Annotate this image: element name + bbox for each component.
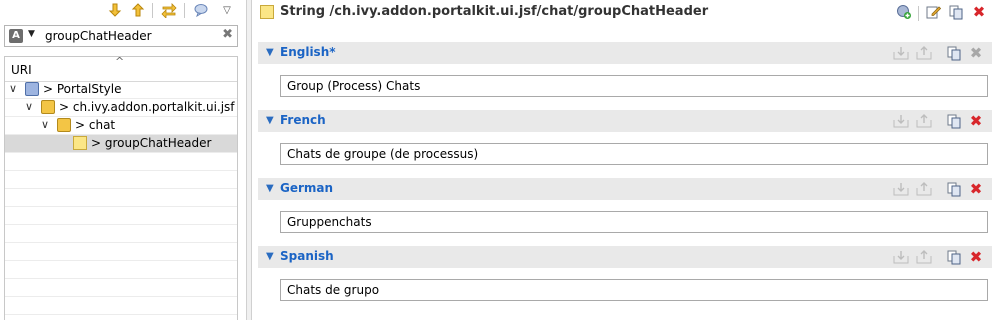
toolbar-separator [918,6,919,21]
language-name: Spanish [280,249,334,263]
translation-value: Chats de grupo [287,283,380,297]
copy-icon[interactable] [945,248,963,266]
translation-field-german[interactable]: Gruppenchats [280,211,988,233]
tree-item-groupchatheader[interactable]: > groupChatHeader [5,135,237,153]
import-icon [892,248,910,266]
import-icon [892,180,910,198]
tree-empty-row [5,189,237,207]
tree-item-ui-jsf[interactable]: ∨ > ch.ivy.addon.portalkit.ui.jsf [5,99,237,117]
translation-value: Group (Process) Chats [287,79,421,93]
tree-empty-row [5,207,237,225]
translation-field-spanish[interactable]: Chats de grupo [280,279,988,301]
tree-empty-row [5,225,237,243]
translation-value: Gruppenchats [287,215,372,229]
language-section-english[interactable]: ▼ English* ✖ [258,42,992,64]
collapse-icon[interactable]: ▼ [266,251,274,262]
toolbar-separator [152,3,153,18]
filter-box: A ▼ ✖ [4,25,238,47]
toolbar-separator [184,3,185,18]
chevron-down-icon[interactable]: ▼ [28,29,35,39]
content-object-browser: ▽ A ▼ ✖ URI ^ ∨ > PortalStyle ∨ > ch.ivy… [0,0,240,320]
project-icon [25,82,39,96]
import-icon [892,44,910,62]
tree-empty-row [5,153,237,171]
import-icon [892,112,910,130]
column-header-label: URI [11,63,32,77]
tree-item-chat[interactable]: ∨ > chat [5,117,237,135]
tree-empty-row [5,171,237,189]
tree-item-label: > ch.ivy.addon.portalkit.ui.jsf [59,100,235,114]
delete-icon[interactable]: ✖ [970,3,988,21]
copy-icon[interactable] [945,180,963,198]
export-icon [915,112,933,130]
folder-icon [41,100,55,114]
export-icon [915,44,933,62]
delete-icon[interactable]: ✖ [967,112,985,130]
uri-tree: URI ^ ∨ > PortalStyle ∨ > ch.ivy.addon.p… [4,56,238,320]
delete-icon: ✖ [969,43,983,62]
delete-icon[interactable]: ✖ [967,180,985,198]
copy-icon[interactable] [945,112,963,130]
language-name: German [280,181,334,195]
expand-toggle-icon[interactable]: ∨ [41,118,49,131]
folder-icon [57,118,71,132]
copy-icon[interactable] [947,3,965,21]
language-name: English* [280,45,336,59]
browser-toolbar: ▽ [0,0,240,22]
tree-column-header[interactable]: URI ^ [5,57,237,82]
collapse-icon[interactable]: ▼ [266,183,274,194]
translation-value: Chats de groupe (de processus) [287,147,479,161]
view-menu-icon[interactable]: ▽ [218,1,236,19]
collapse-icon[interactable]: ▼ [266,115,274,126]
filter-type-badge[interactable]: A [9,29,23,43]
delete-icon[interactable]: ✖ [967,248,985,266]
language-name: French [280,113,326,127]
string-editor: String /ch.ivy.addon.portalkit.ui.jsf/ch… [252,0,1002,320]
arrow-down-icon[interactable] [106,1,124,19]
edit-icon[interactable] [924,3,942,21]
tree-item-portalstyle[interactable]: ∨ > PortalStyle [5,81,237,99]
tree-item-label: > groupChatHeader [91,136,212,150]
language-section-french[interactable]: ▼ French ✖ [258,110,992,132]
tree-item-label: > chat [75,118,116,132]
export-icon [915,180,933,198]
export-icon [915,248,933,266]
string-icon [260,5,274,19]
copy-icon[interactable] [945,44,963,62]
filter-input[interactable] [45,28,215,44]
expand-toggle-icon[interactable]: ∨ [9,82,17,95]
language-section-spanish[interactable]: ▼ Spanish ✖ [258,246,992,268]
translation-field-french[interactable]: Chats de groupe (de processus) [280,143,988,165]
tree-empty-row [5,279,237,297]
tree-item-label: > PortalStyle [43,82,122,96]
tree-empty-row [5,261,237,279]
page-title: String /ch.ivy.addon.portalkit.ui.jsf/ch… [280,4,709,19]
language-section-german[interactable]: ▼ German ✖ [258,178,992,200]
swap-arrows-icon[interactable] [160,1,178,19]
clear-filter-icon[interactable]: ✖ [222,27,233,42]
sort-ascending-icon: ^ [115,56,125,68]
expand-toggle-icon[interactable]: ∨ [25,100,33,113]
comment-icon[interactable] [192,1,210,19]
translation-field-english[interactable]: Group (Process) Chats [280,75,988,97]
add-language-icon[interactable] [895,3,913,21]
arrow-up-icon[interactable] [129,1,147,19]
tree-empty-row [5,297,237,315]
tree-empty-row [5,243,237,261]
collapse-icon[interactable]: ▼ [266,47,274,58]
string-icon [73,136,87,150]
